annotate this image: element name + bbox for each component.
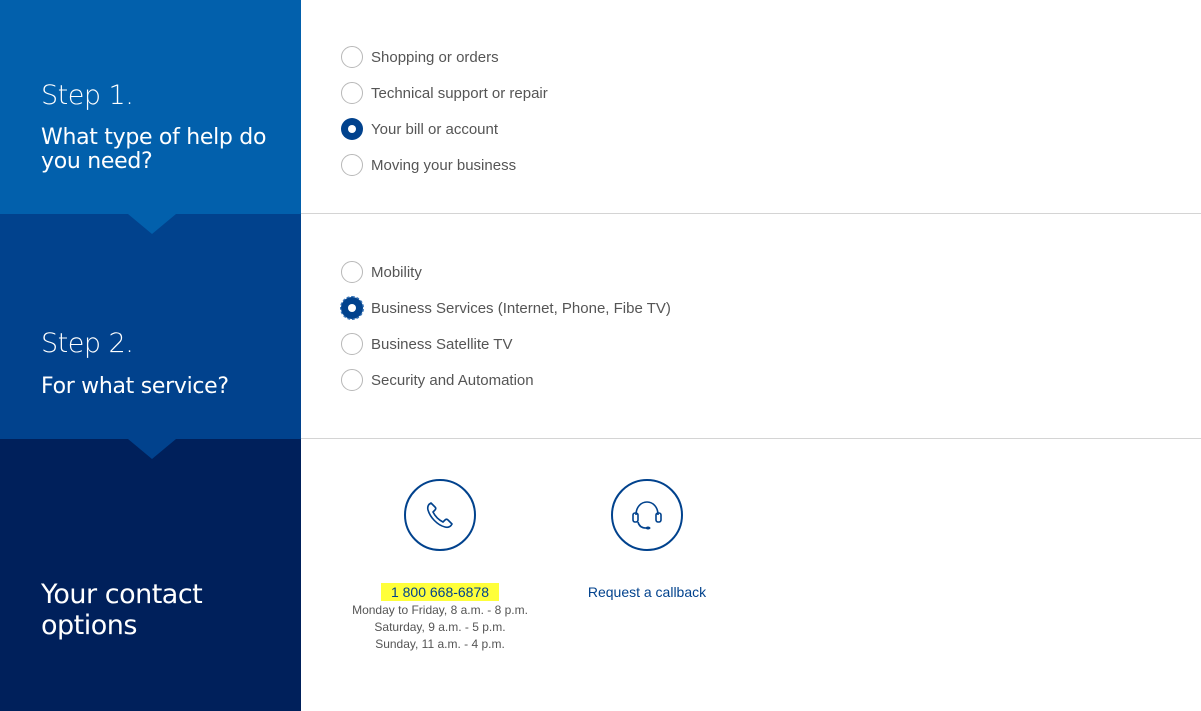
option-business-satellite-tv[interactable]: Business Satellite TV — [341, 326, 671, 362]
option-label: Technical support or repair — [371, 84, 548, 102]
option-mobility[interactable]: Mobility — [341, 254, 671, 290]
radio-moving-business[interactable] — [341, 154, 363, 176]
headset-icon[interactable] — [611, 479, 683, 551]
step1-section: Step 1. What type of help do you need? S… — [0, 0, 1201, 234]
step1-panel: Step 1. What type of help do you need? — [0, 0, 301, 234]
request-callback-link[interactable]: Request a callback — [588, 584, 706, 600]
step2-notch — [128, 439, 176, 459]
option-shopping-or-orders[interactable]: Shopping or orders — [341, 39, 548, 75]
step1-subtitle: What type of help do you need? — [41, 125, 267, 174]
option-moving-business[interactable]: Moving your business — [341, 147, 548, 183]
phone-number-link[interactable]: 1 800 668-6878 — [380, 583, 500, 601]
call-option: 1 800 668-6878 Monday to Friday, 8 a.m. … — [340, 479, 540, 653]
hours-saturday: Saturday, 9 a.m. - 5 p.m. — [374, 620, 506, 634]
radio-bill-or-account[interactable] — [341, 118, 363, 140]
contact-title: Your contact options — [41, 579, 203, 641]
option-label: Security and Automation — [371, 371, 534, 389]
step2-subtitle: For what service? — [41, 374, 229, 399]
service-options: Mobility Business Services (Internet, Ph… — [340, 254, 671, 398]
help-type-options: Shopping or orders Technical support or … — [341, 39, 548, 183]
step1-notch — [128, 214, 176, 234]
step2-section: Step 2. For what service? Mobility Busin… — [0, 214, 1201, 459]
option-label: Mobility — [371, 263, 422, 281]
option-bill-or-account[interactable]: Your bill or account — [341, 111, 548, 147]
option-business-services[interactable]: Business Services (Internet, Phone, Fibe… — [340, 290, 671, 326]
radio-business-services[interactable] — [340, 296, 364, 320]
option-label: Business Services (Internet, Phone, Fibe… — [371, 299, 671, 317]
phone-icon[interactable] — [404, 479, 476, 551]
hours-weekday: Monday to Friday, 8 a.m. - 8 p.m. — [352, 603, 528, 617]
option-security-automation[interactable]: Security and Automation — [341, 362, 671, 398]
callback-option: Request a callback — [547, 479, 747, 602]
option-label: Shopping or orders — [371, 48, 499, 66]
hours-sunday: Sunday, 11 a.m. - 4 p.m. — [375, 637, 505, 651]
step2-title: Step 2. — [41, 328, 134, 359]
option-label: Business Satellite TV — [371, 335, 513, 353]
step1-title: Step 1. — [41, 80, 134, 111]
radio-shopping-or-orders[interactable] — [341, 46, 363, 68]
radio-mobility[interactable] — [341, 261, 363, 283]
option-label: Moving your business — [371, 156, 517, 174]
radio-technical-support[interactable] — [341, 82, 363, 104]
radio-business-satellite-tv[interactable] — [341, 333, 363, 355]
contact-panel: Your contact options — [0, 439, 301, 711]
option-label: Your bill or account — [371, 120, 499, 138]
step2-panel: Step 2. For what service? — [0, 214, 301, 459]
contact-section: Your contact options 1 800 668-6878 Mond… — [0, 439, 1201, 711]
option-technical-support[interactable]: Technical support or repair — [341, 75, 548, 111]
radio-security-automation[interactable] — [341, 369, 363, 391]
